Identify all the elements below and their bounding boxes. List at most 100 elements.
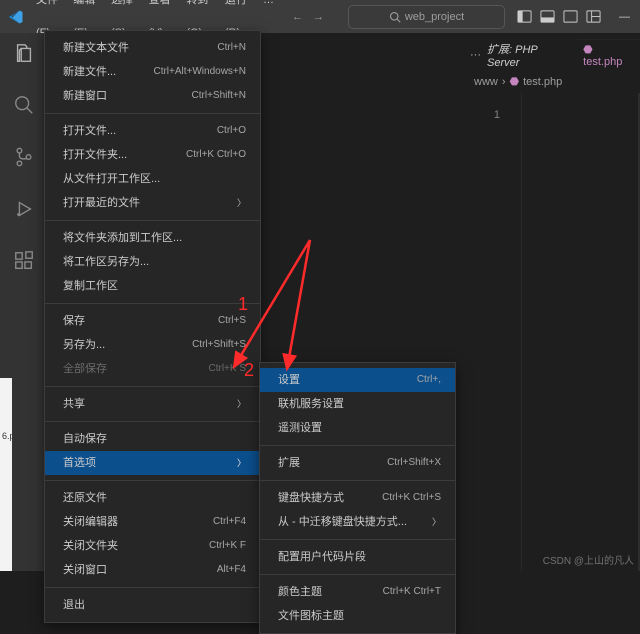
pref-submenu-item-shortcut: Ctrl+K Ctrl+T xyxy=(383,583,441,601)
file-menu-item-label: 关闭窗口 xyxy=(63,561,107,579)
file-menu-item-label: 保存 xyxy=(63,312,85,330)
file-menu-separator xyxy=(45,303,260,304)
file-menu-item-label: 复制工作区 xyxy=(63,277,118,295)
file-menu-item-27[interactable]: 退出 xyxy=(45,593,260,617)
file-menu-item-1[interactable]: 新建文件...Ctrl+Alt+Windows+N xyxy=(45,60,260,84)
extensions-icon[interactable] xyxy=(10,247,38,275)
file-menu-item-13[interactable]: 保存 Ctrl+S xyxy=(45,309,260,333)
file-menu-item-23[interactable]: 关闭编辑器Ctrl+F4 xyxy=(45,510,260,534)
file-menu-item-label: 将文件夹添加到工作区... xyxy=(63,229,182,247)
customize-layout-icon[interactable] xyxy=(586,9,601,24)
minimize-icon[interactable]: — xyxy=(619,11,630,23)
file-menu-item-shortcut: Ctrl+Shift+N xyxy=(192,87,246,105)
command-center-text: web_project xyxy=(405,11,464,23)
pref-submenu-separator xyxy=(260,539,455,540)
chevron-right-icon: › xyxy=(502,76,506,88)
editor-tab-testphp[interactable]: ⬣ test.php xyxy=(577,39,640,71)
file-menu-item-label: 自动保存 xyxy=(63,430,107,448)
source-control-icon[interactable] xyxy=(10,143,38,171)
nav-back-icon[interactable]: ← xyxy=(292,11,303,23)
file-menu-item-20[interactable]: 首选项 xyxy=(45,451,260,475)
pref-submenu-item-1[interactable]: 联机服务设置 xyxy=(260,392,455,416)
search-activity-icon[interactable] xyxy=(10,91,38,119)
file-menu-item-shortcut: Ctrl+K S xyxy=(208,360,246,378)
file-menu-item-6[interactable]: 从文件打开工作区... xyxy=(45,167,260,191)
file-menu-item-label: 全部保存 xyxy=(63,360,107,378)
file-menu-separator xyxy=(45,113,260,114)
pref-submenu-item-label: 颜色主题 xyxy=(278,583,322,601)
file-menu-item-shortcut: Ctrl+O xyxy=(217,122,246,140)
breadcrumb-folder[interactable]: www xyxy=(474,76,498,88)
watermark: CSDN @上山的凡人 xyxy=(543,552,634,567)
pref-submenu-item-2[interactable]: 遥测设置 xyxy=(260,416,455,440)
file-menu-item-7[interactable]: 打开最近的文件 xyxy=(45,191,260,215)
file-menu-item-5[interactable]: 打开文件夹...Ctrl+K Ctrl+O xyxy=(45,143,260,167)
editor-right-panel: ··· 扩展: PHP Server ⬣ test.php www › ⬣ te… xyxy=(470,39,640,88)
file-menu-separator xyxy=(45,220,260,221)
vscode-logo-icon xyxy=(8,8,24,26)
pref-submenu-item-4[interactable]: 扩展 Ctrl+Shift+X xyxy=(260,451,455,475)
toggle-panel-right-icon[interactable] xyxy=(563,9,578,24)
line-number-1: 1 xyxy=(494,109,500,121)
pref-submenu-item-0[interactable]: 设置Ctrl+, xyxy=(260,368,455,392)
file-menu-item-9[interactable]: 将文件夹添加到工作区... xyxy=(45,226,260,250)
file-menu-item-label: 另存为... xyxy=(63,336,105,354)
file-menu-separator xyxy=(45,421,260,422)
file-menu-item-17[interactable]: 共享 xyxy=(45,392,260,416)
nav-buttons: ← → xyxy=(292,11,324,23)
pref-submenu-item-label: 扩展 xyxy=(278,454,300,472)
pref-submenu-item-7[interactable]: 从 - 中迁移键盘快捷方式... xyxy=(260,510,455,534)
pref-submenu-item-label: 配置用户代码片段 xyxy=(278,548,366,566)
file-menu-item-shortcut: Ctrl+Shift+S xyxy=(192,336,246,354)
pref-submenu-item-6[interactable]: 键盘快捷方式Ctrl+K Ctrl+S xyxy=(260,486,455,510)
tab-more-icon[interactable]: ··· xyxy=(470,49,481,61)
pref-submenu-item-shortcut: Ctrl+Shift+X xyxy=(387,454,441,472)
explorer-icon[interactable] xyxy=(10,39,38,67)
php-file-icon: ⬣ xyxy=(510,75,520,88)
window-controls: — xyxy=(619,11,630,23)
pref-submenu-item-shortcut: Ctrl+, xyxy=(417,371,441,389)
file-menu-item-shortcut: Ctrl+K F xyxy=(209,537,246,555)
file-menu-item-25[interactable]: 关闭窗口 Alt+F4 xyxy=(45,558,260,582)
file-menu-item-label: 关闭编辑器 xyxy=(63,513,118,531)
file-menu-item-24[interactable]: 关闭文件夹Ctrl+K F xyxy=(45,534,260,558)
file-menu-item-shortcut: Alt+F4 xyxy=(217,561,246,579)
file-menu-item-22[interactable]: 还原文件 xyxy=(45,486,260,510)
file-menu-item-label: 共享 xyxy=(63,395,85,413)
toggle-panel-left-icon[interactable] xyxy=(517,9,532,24)
file-menu-item-15: 全部保存 Ctrl+K S xyxy=(45,357,260,381)
file-menu-item-label: 首选项 xyxy=(63,454,96,472)
file-menu-item-11[interactable]: 复制工作区 xyxy=(45,274,260,298)
file-menu-item-19[interactable]: 自动保存 xyxy=(45,427,260,451)
file-menu: 新建文本文件Ctrl+N新建文件...Ctrl+Alt+Windows+N新建窗… xyxy=(44,30,261,623)
file-menu-separator xyxy=(45,386,260,387)
file-menu-item-label: 退出 xyxy=(63,596,85,614)
pref-submenu-item-9[interactable]: 配置用户代码片段 xyxy=(260,545,455,569)
run-debug-icon[interactable] xyxy=(10,195,38,223)
file-menu-item-10[interactable]: 将工作区另存为... xyxy=(45,250,260,274)
file-menu-item-label: 从文件打开工作区... xyxy=(63,170,160,188)
title-bar: 文件(F) 编辑(E) 选择(S) 查看(V) 转到(G) 运行(R) … ← … xyxy=(0,0,640,33)
toggle-panel-bottom-icon[interactable] xyxy=(540,9,555,24)
file-menu-item-label: 将工作区另存为... xyxy=(63,253,149,271)
breadcrumb-file[interactable]: test.php xyxy=(523,76,562,88)
pref-submenu-separator xyxy=(260,480,455,481)
command-center[interactable]: web_project xyxy=(348,5,505,29)
pref-submenu-item-12[interactable]: 文件图标主题 xyxy=(260,604,455,628)
extension-tab-label[interactable]: 扩展: PHP Server xyxy=(487,41,571,69)
pref-submenu-item-label: 键盘快捷方式 xyxy=(278,489,344,507)
pref-submenu-item-11[interactable]: 颜色主题 Ctrl+K Ctrl+T xyxy=(260,580,455,604)
pref-submenu-item-label: 从 - 中迁移键盘快捷方式... xyxy=(278,513,407,531)
file-menu-item-2[interactable]: 新建窗口Ctrl+Shift+N xyxy=(45,84,260,108)
file-menu-item-label: 打开最近的文件 xyxy=(63,194,140,212)
file-menu-item-label: 新建文件... xyxy=(63,63,116,81)
file-menu-item-label: 新建文本文件 xyxy=(63,39,129,57)
file-menu-item-4[interactable]: 打开文件...Ctrl+O xyxy=(45,119,260,143)
file-menu-item-14[interactable]: 另存为... Ctrl+Shift+S xyxy=(45,333,260,357)
file-menu-item-shortcut: Ctrl+S xyxy=(218,312,246,330)
preferences-submenu: 设置Ctrl+,联机服务设置遥测设置扩展Ctrl+Shift+X键盘快捷方式Ct… xyxy=(259,362,456,634)
file-menu-item-0[interactable]: 新建文本文件Ctrl+N xyxy=(45,36,260,60)
pref-submenu-item-label: 文件图标主题 xyxy=(278,607,344,625)
breadcrumb[interactable]: www › ⬣ test.php xyxy=(470,75,640,88)
nav-forward-icon[interactable]: → xyxy=(313,11,324,23)
